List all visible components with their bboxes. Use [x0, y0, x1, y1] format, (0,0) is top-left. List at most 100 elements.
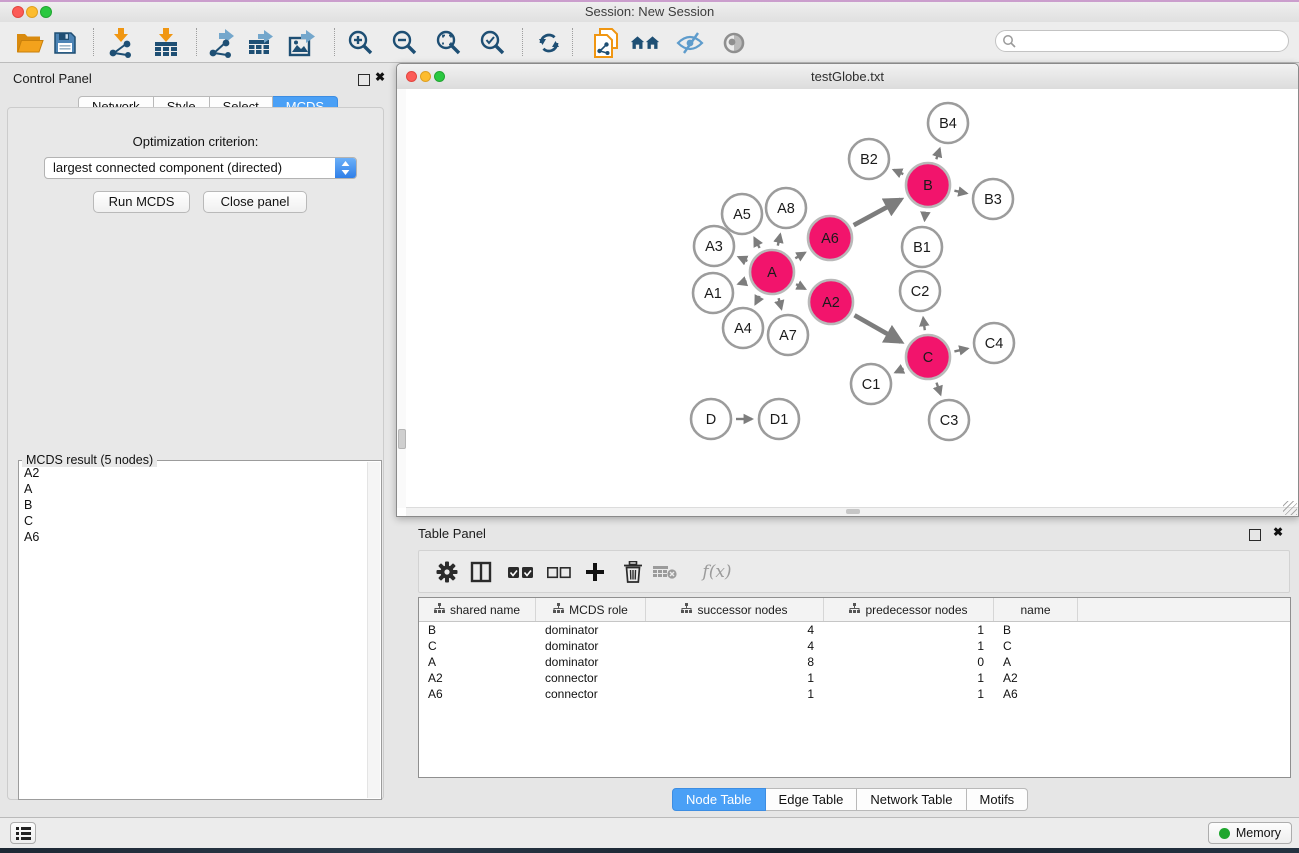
network-node-B1[interactable]: B1 [902, 227, 942, 267]
column-header-MCDS-role[interactable]: MCDS role [536, 598, 646, 621]
network-node-C4[interactable]: C4 [974, 323, 1014, 363]
open-file-icon[interactable] [15, 28, 45, 58]
edge-B-B4[interactable] [936, 149, 939, 160]
edge-A-A2[interactable] [796, 284, 805, 289]
zoom-in-icon[interactable] [346, 28, 376, 58]
mcds-result-item[interactable]: A2 [19, 465, 368, 481]
column-header-successor-nodes[interactable]: successor nodes [646, 598, 824, 621]
network-node-C2[interactable]: C2 [900, 271, 940, 311]
table-settings-gear-icon[interactable] [433, 558, 461, 586]
memory-button[interactable]: Memory [1208, 822, 1292, 844]
table-row[interactable]: Cdominator41C [419, 638, 1290, 654]
edge-B-B1[interactable] [925, 212, 926, 220]
network-node-D1[interactable]: D1 [759, 399, 799, 439]
edge-C-C1[interactable] [895, 369, 903, 373]
edge-A-A4[interactable] [755, 296, 759, 304]
close-panel-button[interactable]: Close panel [203, 191, 307, 213]
edge-B-B2[interactable] [894, 170, 904, 174]
zoom-fit-icon[interactable] [434, 28, 464, 58]
search-input[interactable] [995, 30, 1289, 52]
table-row[interactable]: A2connector11A2 [419, 670, 1290, 686]
table-row[interactable]: Adominator80A [419, 654, 1290, 670]
horizontal-scroll-thumb[interactable] [846, 509, 860, 514]
refresh-layout-icon[interactable] [534, 28, 564, 58]
home-layout-icon[interactable] [630, 28, 660, 58]
table-row[interactable]: A6connector11A6 [419, 686, 1290, 702]
edge-B-B3[interactable] [954, 191, 966, 194]
zoom-selected-icon[interactable] [478, 28, 508, 58]
table-row[interactable]: Bdominator41B [419, 622, 1290, 638]
network-close-button[interactable] [406, 71, 417, 82]
mcds-result-item[interactable]: A [19, 481, 368, 497]
minimize-window-button[interactable] [26, 6, 38, 18]
network-node-D[interactable]: D [691, 399, 731, 439]
edge-C-C2[interactable] [923, 318, 925, 330]
mcds-result-item[interactable]: A6 [19, 529, 368, 545]
network-node-A7[interactable]: A7 [768, 315, 808, 355]
delete-column-trash-icon[interactable] [619, 558, 647, 586]
network-canvas[interactable]: B4 B2 B B3 B1 A5A8A6 A3 A A1 C2 A4A7A2 C4 C C1 C3 D D1 [406, 89, 1298, 508]
select-all-icon[interactable] [507, 558, 535, 586]
network-node-C[interactable]: C [906, 335, 950, 379]
window-resize-grip[interactable] [1283, 501, 1297, 515]
zoom-out-icon[interactable] [390, 28, 420, 58]
network-node-C3[interactable]: C3 [929, 400, 969, 440]
edge-C-C4[interactable] [954, 349, 967, 352]
edge-A-A8[interactable] [778, 234, 780, 245]
edge-A-A1[interactable] [738, 281, 746, 284]
add-column-icon[interactable] [581, 558, 609, 586]
float-panel-icon[interactable] [358, 74, 370, 86]
tab-motifs[interactable]: Motifs [967, 788, 1029, 811]
import-network-icon[interactable] [106, 28, 136, 58]
edge-A-A3[interactable] [739, 257, 748, 261]
import-table-icon[interactable] [151, 28, 181, 58]
network-node-A8[interactable]: A8 [766, 188, 806, 228]
network-window-titlebar[interactable]: testGlobe.txt [397, 64, 1298, 90]
network-node-A[interactable]: A [750, 250, 794, 294]
export-image-icon[interactable] [287, 28, 317, 58]
network-node-A2[interactable]: A2 [809, 280, 853, 324]
task-history-button[interactable] [10, 822, 36, 844]
node-table[interactable]: shared nameMCDS rolesuccessor nodesprede… [418, 597, 1291, 778]
close-panel-icon[interactable]: ✖ [375, 70, 385, 84]
network-node-B2[interactable]: B2 [849, 139, 889, 179]
edge-A2-C[interactable] [855, 315, 902, 341]
network-node-C1[interactable]: C1 [851, 364, 891, 404]
network-node-B[interactable]: B [906, 163, 950, 207]
tab-network-table[interactable]: Network Table [857, 788, 966, 811]
mcds-result-item[interactable]: B [19, 497, 368, 513]
edge-A-A6[interactable] [795, 253, 805, 259]
network-node-A5[interactable]: A5 [722, 194, 762, 234]
export-network-icon[interactable] [206, 28, 236, 58]
run-mcds-button[interactable]: Run MCDS [93, 191, 190, 213]
network-node-A6[interactable]: A6 [808, 216, 852, 260]
save-session-icon[interactable] [50, 28, 80, 58]
mcds-result-item[interactable]: C [19, 513, 368, 529]
network-node-A3[interactable]: A3 [694, 226, 734, 266]
network-node-A1[interactable]: A1 [693, 273, 733, 313]
column-header-shared-name[interactable]: shared name [419, 598, 536, 621]
network-minimize-button[interactable] [420, 71, 431, 82]
mcds-list-scrollbar[interactable] [367, 462, 380, 798]
edge-A6-B[interactable] [854, 200, 901, 226]
edge-A-A7[interactable] [779, 298, 782, 309]
close-window-button[interactable] [12, 6, 24, 18]
network-node-A4[interactable]: A4 [723, 308, 763, 348]
network-node-B4[interactable]: B4 [928, 103, 968, 143]
show-panel-eye-icon[interactable] [719, 28, 749, 58]
export-table-icon[interactable] [246, 28, 276, 58]
optimization-criterion-select[interactable]: largest connected component (directed) [44, 157, 357, 179]
show-columns-icon[interactable] [467, 558, 495, 586]
network-node-B3[interactable]: B3 [973, 179, 1013, 219]
function-builder-icon[interactable]: f(x) [697, 558, 737, 586]
tab-edge-table[interactable]: Edge Table [766, 788, 858, 811]
vertical-scroll-thumb[interactable] [398, 429, 406, 449]
hide-panel-eye-icon[interactable] [675, 28, 705, 58]
column-header-name[interactable]: name [994, 598, 1078, 621]
network-horizontal-scrollbar[interactable] [406, 507, 1298, 516]
unselect-all-icon[interactable] [545, 558, 573, 586]
network-zoom-button[interactable] [434, 71, 445, 82]
close-table-panel-icon[interactable]: ✖ [1273, 525, 1283, 539]
float-table-panel-icon[interactable] [1249, 529, 1261, 541]
column-header-predecessor-nodes[interactable]: predecessor nodes [824, 598, 994, 621]
